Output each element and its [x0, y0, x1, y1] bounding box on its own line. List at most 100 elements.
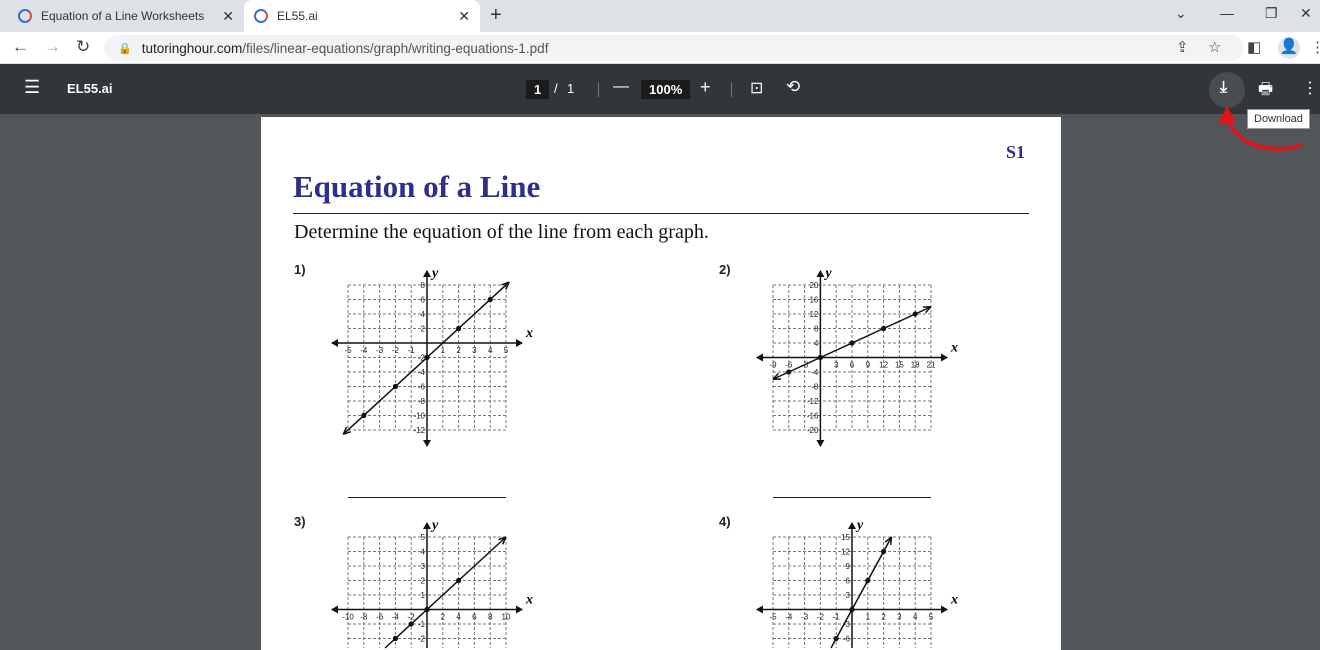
zoom-input[interactable]: 100% [641, 80, 691, 99]
y-axis-label: y [430, 518, 439, 533]
graph-4: xy-5 -4 -3 -2 -1 1 2 3 4 51512963-3-6 [756, 518, 958, 649]
y-tick-label: -16 [807, 412, 819, 421]
new-tab-button[interactable]: + [490, 4, 502, 27]
x-tick-label: -4 [785, 613, 793, 622]
x-tick-label: 2 [456, 346, 461, 355]
data-point [912, 311, 918, 317]
x-tick-label: -6 [376, 613, 384, 622]
close-tab-icon[interactable]: ✕ [458, 8, 470, 25]
zoom-out-button[interactable]: — [613, 78, 629, 96]
graph-1: xy-5 -4 -3 -2 -1 1 2 3 4 58642-2-4-6-8-10-12 [331, 266, 533, 447]
tab-el55[interactable]: EL55.ai ✕ [244, 0, 480, 32]
url-input[interactable]: 🔒 tutoringhour.com/files/linear-equations… [104, 35, 1244, 61]
x-tick-label: -4 [360, 346, 368, 355]
more-options-icon[interactable]: ⋮ [1302, 78, 1318, 98]
tab-search-icon[interactable]: ⌄ [1175, 5, 1187, 22]
x-tick-label: 2 [441, 613, 446, 622]
y-tick-label: 15 [841, 533, 850, 542]
y-tick-label: 8 [814, 325, 819, 334]
pdf-filename: EL55.ai [67, 81, 113, 96]
x-axis-label: x [950, 341, 958, 356]
y-tick-label: -6 [418, 383, 426, 392]
x-axis-label: x [950, 593, 958, 608]
chrome-menu-icon[interactable]: ⋮ [1310, 38, 1320, 56]
y-tick-label: -12 [807, 397, 819, 406]
restore-button[interactable]: ❐ [1265, 5, 1278, 22]
y-tick-label: 4 [421, 548, 426, 557]
bookmark-star-icon[interactable]: ☆ [1208, 38, 1221, 56]
share-icon[interactable]: ⇪ [1176, 38, 1189, 56]
profile-avatar-icon[interactable]: 👤 [1278, 37, 1300, 59]
minimize-button[interactable]: — [1220, 5, 1234, 21]
data-point [881, 325, 887, 332]
fit-page-icon[interactable]: ⊡ [750, 78, 763, 98]
tab-title: Equation of a Line Worksheets [41, 9, 205, 23]
x-tick-label: -8 [360, 613, 368, 622]
menu-icon[interactable]: ☰ [24, 77, 40, 98]
data-point [424, 606, 430, 613]
x-tick-label: -2 [392, 346, 400, 355]
y-tick-label: -2 [418, 635, 426, 644]
back-icon[interactable]: ← [12, 37, 29, 57]
y-tick-label: 12 [841, 548, 850, 557]
data-point [881, 548, 887, 555]
graph-2: xy-9-6-33691215182120161284-4-8-12-16-20 [756, 266, 958, 447]
y-tick-label: -10 [413, 412, 425, 421]
reload-icon[interactable]: ↻ [76, 37, 90, 57]
x-tick-label: 4 [913, 613, 918, 622]
y-tick-label: -2 [418, 354, 426, 363]
x-tick-label: 3 [897, 613, 902, 622]
data-point [456, 325, 462, 332]
y-tick-label: 3 [846, 591, 851, 600]
y-tick-label: 20 [809, 281, 818, 290]
print-icon[interactable]: 🖶 [1258, 78, 1273, 105]
tab-worksheets[interactable]: Equation of a Line Worksheets ✕ [8, 0, 244, 32]
data-point [786, 369, 792, 375]
y-tick-label: 5 [421, 533, 426, 542]
y-tick-label: -20 [807, 426, 819, 435]
close-window-button[interactable]: ✕ [1300, 5, 1312, 22]
y-tick-label: 6 [421, 296, 426, 305]
y-axis-label: y [823, 266, 832, 281]
graphs: xy-5 -4 -3 -2 -1 1 2 3 4 58642-2-4-6-8-10-12xy-9-… [331, 266, 958, 649]
forward-icon[interactable]: → [44, 37, 61, 57]
data-point [408, 621, 414, 627]
data-point [833, 635, 839, 642]
page-separator: / [554, 81, 558, 96]
data-point [392, 383, 398, 390]
divider [731, 82, 732, 97]
side-panel-icon[interactable]: ◧ [1247, 38, 1261, 56]
y-tick-label: 4 [814, 339, 819, 348]
data-point [424, 354, 430, 361]
x-tick-label: 10 [502, 613, 511, 622]
x-tick-label: -5 [344, 346, 352, 355]
data-point [817, 354, 824, 361]
y-axis-label: y [855, 518, 864, 533]
x-tick-label: 4 [456, 613, 461, 622]
x-tick-label: 3 [834, 361, 839, 370]
x-tick-label: -1 [833, 613, 841, 622]
x-tick-label: -2 [817, 613, 825, 622]
y-tick-label: 1 [421, 591, 426, 600]
x-tick-label: 15 [895, 361, 904, 370]
x-tick-label: -5 [769, 613, 777, 622]
x-tick-label: -3 [801, 613, 809, 622]
data-point [392, 635, 398, 642]
zoom-in-button[interactable]: + [700, 77, 711, 98]
data-point [456, 577, 462, 584]
page-number-input[interactable]: 1 [526, 80, 550, 99]
x-tick-label: 1 [441, 346, 446, 355]
download-button[interactable]: ⤓ [1209, 72, 1245, 108]
x-tick-label: 2 [881, 613, 886, 622]
x-tick-label: -10 [342, 613, 354, 622]
rotate-icon[interactable]: ⟲ [786, 77, 800, 97]
pdf-page: S1 Equation of a Line Determine the equa… [261, 117, 1061, 650]
close-tab-icon[interactable]: ✕ [222, 8, 234, 25]
x-tick-label: 6 [850, 361, 855, 370]
data-point [487, 296, 493, 303]
y-tick-label: -8 [418, 397, 426, 406]
y-tick-label: 4 [421, 310, 426, 319]
x-tick-label: 21 [927, 361, 936, 370]
y-axis-label: y [430, 266, 439, 281]
tab-strip: Equation of a Line Worksheets ✕ EL55.ai ✕ … [0, 0, 1320, 32]
